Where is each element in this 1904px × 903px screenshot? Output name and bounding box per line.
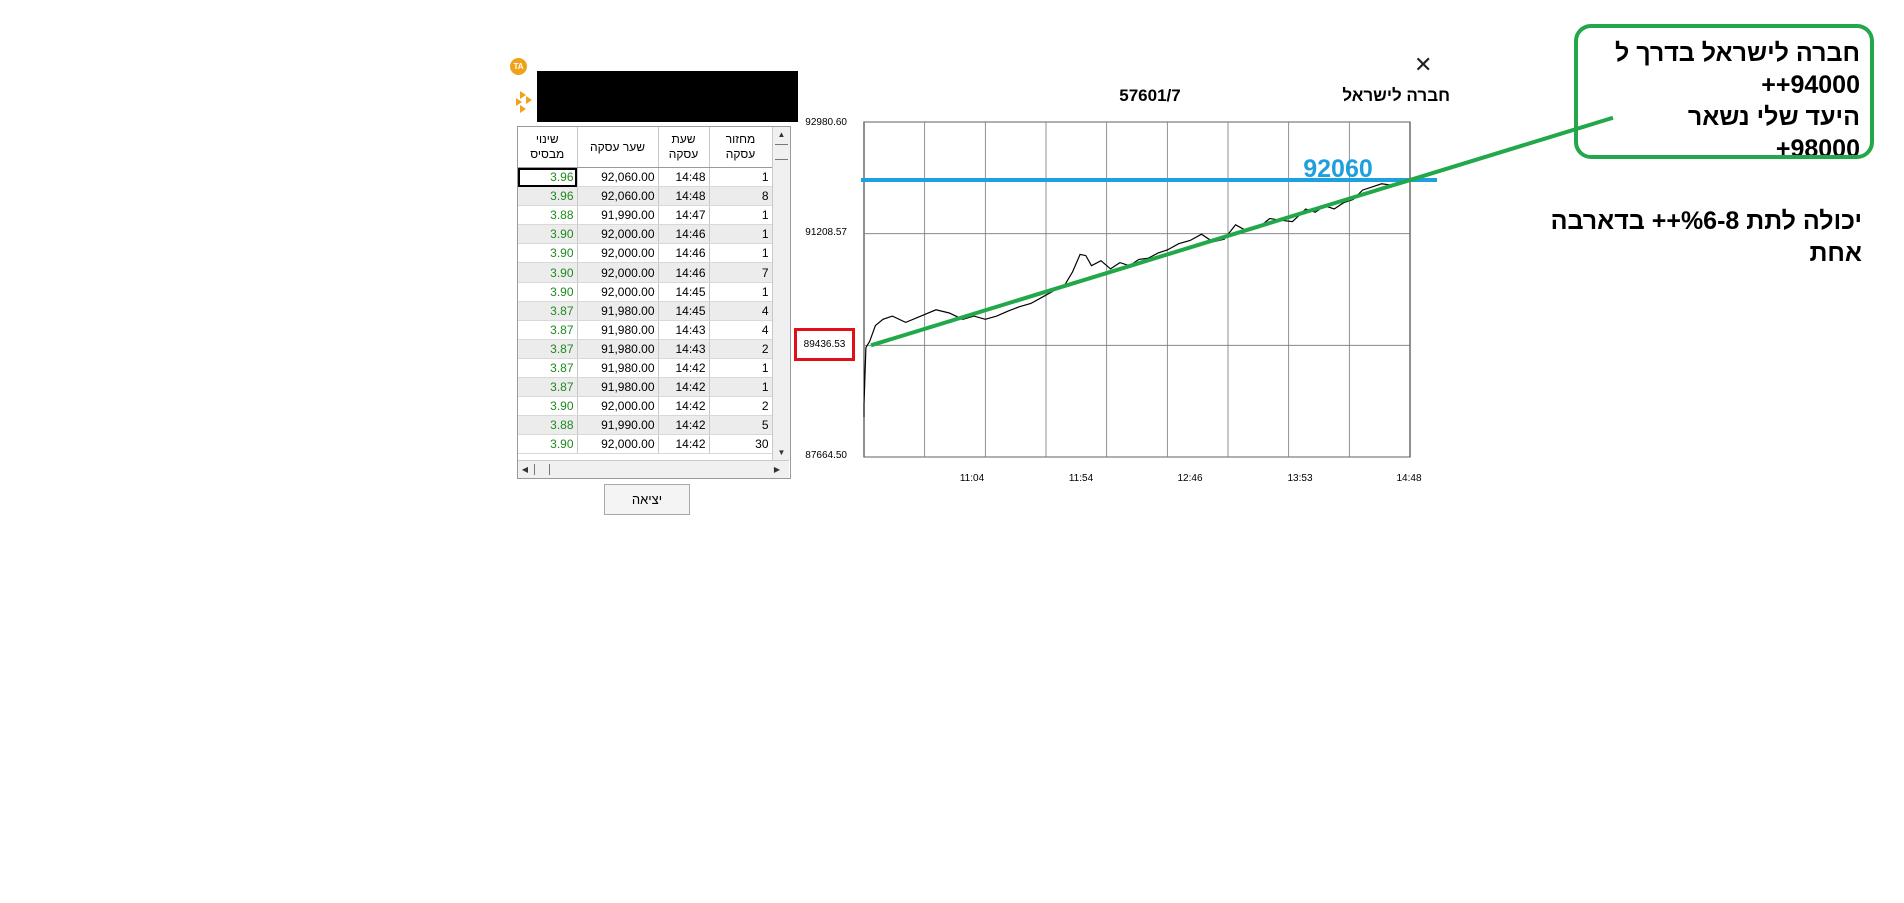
blue-level-label: 92060 <box>1303 155 1373 183</box>
annotation-line: 94000++ <box>1761 71 1860 99</box>
annotation-line: היעד שלי נשאר <box>1687 103 1860 131</box>
annotation-note: יכולה לתת %6-8++ בדארבה אחת <box>1522 205 1862 269</box>
annotation-line: 98000+ <box>1775 135 1860 159</box>
annotation-line: יכולה לתת %6-8++ בדארבה <box>1550 207 1862 235</box>
annotation-line: אחת <box>1809 239 1862 267</box>
annotation-line: חברה לישראל בדרך ל <box>1614 39 1860 67</box>
annotation-box: חברה לישראל בדרך ל 94000++ היעד שלי נשאר… <box>1574 24 1874 159</box>
